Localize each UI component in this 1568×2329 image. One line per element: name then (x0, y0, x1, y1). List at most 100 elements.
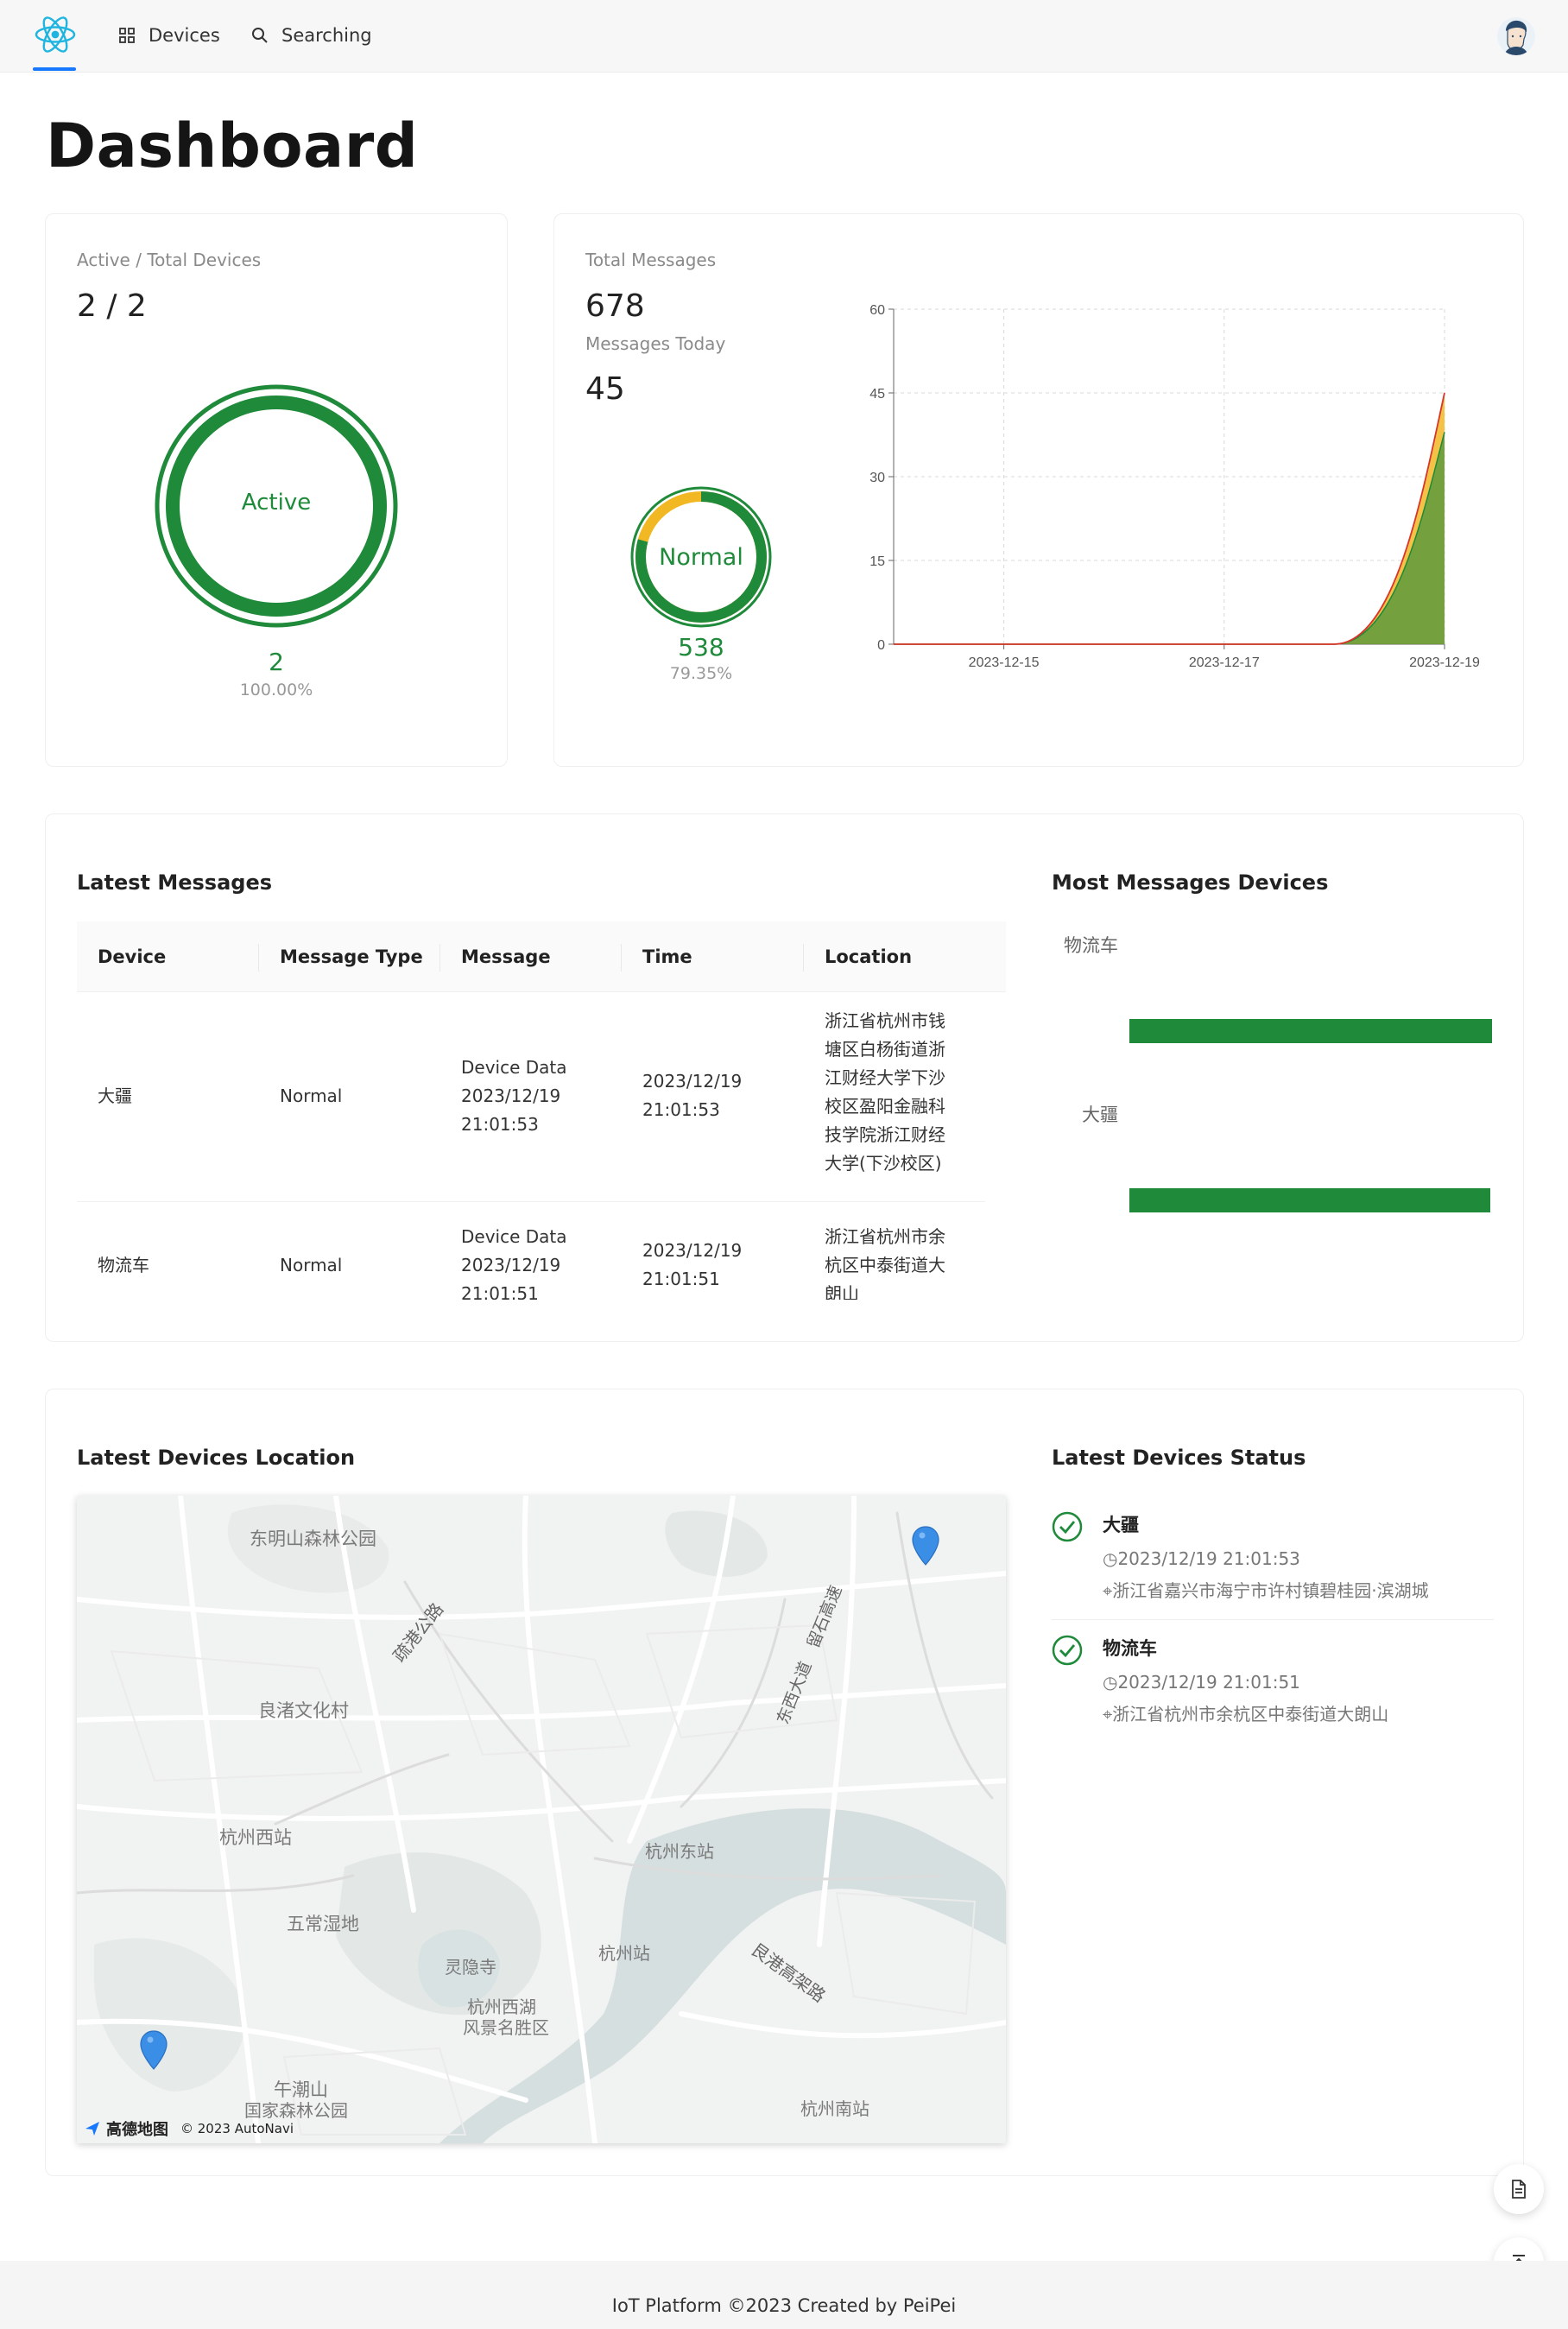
messages-trend-chart: 0 15 30 45 60 2023-12-15 2023-12-17 2023-12-19 (869, 303, 1480, 670)
map-marker-icon[interactable] (139, 2029, 168, 2071)
clock-icon: ◷ (1103, 1672, 1118, 1693)
footer-text: IoT Platform ©2023 Created by PeiPei (611, 2295, 957, 2316)
most-messages-title: Most Messages Devices (1052, 870, 1329, 895)
status-time: ◷2023/12/19 21:01:51 (1103, 1672, 1300, 1693)
column-header-message[interactable]: Message (461, 921, 551, 992)
location-pin-icon: ⌖ (1103, 1704, 1113, 1725)
map-label: 东明山森林公园 (250, 1528, 376, 1549)
status-device-name: 物流车 (1103, 1638, 1157, 1659)
active-nav-indicator (33, 67, 76, 71)
column-header-location[interactable]: Location (825, 921, 912, 992)
series-line (893, 432, 1445, 645)
column-header-device[interactable]: Device (98, 921, 166, 992)
messages-today-label: Messages Today (585, 333, 726, 354)
messages-today-value: 45 (585, 371, 625, 407)
normal-percent: 79.35% (669, 664, 733, 683)
amap-logo-icon (85, 2122, 99, 2136)
table-row[interactable]: 物流车 Normal Device Data 2023/12/19 21:01:… (77, 1202, 985, 1300)
series-line (893, 392, 1445, 645)
map-copyright: © 2023 AutoNavi (180, 2121, 294, 2136)
nav-item-label: Searching (281, 25, 372, 46)
cell-location: 浙江省杭州市余 杭区中泰街道大 朗山 (825, 1226, 945, 1300)
latest-status-title: Latest Devices Status (1052, 1446, 1306, 1470)
page-title: Dashboard (46, 111, 419, 181)
map-label: 杭州东站 (645, 1841, 714, 1862)
devices-map[interactable]: 东明山森林公园 良渚文化村 杭州西站 五常湿地 灵隐寺 杭州西湖 风景名胜区 午… (77, 1496, 1006, 2143)
column-divider (258, 944, 259, 971)
status-time: ◷2023/12/19 21:01:53 (1103, 1548, 1300, 1569)
column-header-message-type[interactable]: Message Type (280, 921, 423, 992)
status-item[interactable]: 物流车 ◷2023/12/19 21:01:51 ⌖浙江省杭州市余杭区中泰街道大… (1052, 1635, 1494, 1738)
y-tick-label: 60 (869, 303, 885, 318)
map-marker-icon[interactable] (911, 1525, 940, 1566)
cell-message: Device Data 2023/12/19 21:01:53 (461, 1057, 567, 1135)
total-messages-value: 678 (585, 288, 645, 324)
series-area (894, 393, 1445, 644)
most-messages-chart: 物流车大疆 (1064, 935, 1492, 1212)
column-divider (803, 944, 804, 971)
map-attribution: 高德地图 © 2023 AutoNavi (84, 2117, 294, 2140)
active-count: 2 (269, 648, 284, 676)
bar-category-label: 物流车 (1064, 935, 1118, 956)
table-row[interactable]: 大疆 Normal Device Data 2023/12/19 21:01:5… (77, 992, 985, 1202)
x-tick-label: 2023-12-17 (1189, 655, 1260, 670)
latest-location-title: Latest Devices Location (77, 1446, 356, 1470)
status-device-name: 大疆 (1103, 1515, 1139, 1535)
map-label: 良渚文化村 (258, 1700, 349, 1721)
nav-item-devices[interactable]: Devices (117, 21, 220, 50)
x-tick-label: 2023-12-15 (969, 655, 1040, 670)
document-icon (1512, 2180, 1526, 2199)
cell-device: 大疆 (98, 1085, 132, 1106)
table-header: Device Message Type Message Time Locatio… (77, 921, 1006, 992)
cell-message-type: Normal (280, 1085, 343, 1106)
map-label: 风景名胜区 (463, 2017, 549, 2038)
latest-messages-title: Latest Messages (77, 870, 273, 895)
map-brand: 高德地图 (106, 2121, 168, 2139)
check-circle-icon (1052, 1635, 1083, 1666)
cell-message-type: Normal (280, 1255, 343, 1275)
top-nav-bar: Devices Searching (0, 0, 1568, 73)
cell-time: 2023/12/19 21:01:53 (642, 1071, 743, 1120)
map-label: 杭州南站 (800, 2098, 869, 2119)
nav-item-label: Devices (149, 25, 220, 46)
latest-messages-table: Device Message Type Message Time Locatio… (77, 921, 1006, 1300)
map-label: 五常湿地 (287, 1914, 359, 1934)
status-location: ⌖浙江省杭州市余杭区中泰街道大朗山 (1103, 1704, 1389, 1725)
nav-item-searching[interactable]: Searching (250, 21, 372, 50)
map-label: 杭州西站 (219, 1827, 292, 1848)
clock-icon: ◷ (1103, 1548, 1118, 1569)
active-gauge-label: Active (241, 490, 312, 516)
grid-icon (119, 28, 135, 43)
active-total-value: 2 / 2 (77, 288, 147, 324)
document-button[interactable] (1494, 2164, 1544, 2214)
cell-time: 2023/12/19 21:01:51 (642, 1240, 743, 1289)
location-pin-icon: ⌖ (1103, 1580, 1113, 1601)
cell-location: 浙江省杭州市钱 塘区白杨街道浙 江财经大学下沙 校区盈阳金融科 技学院浙江财经 … (825, 1010, 945, 1174)
active-percent: 100.00% (239, 680, 313, 699)
bar (1129, 1019, 1492, 1043)
map-label: 杭州站 (598, 1943, 650, 1964)
y-tick-label: 0 (877, 638, 885, 653)
normal-gauge-label: Normal (659, 544, 743, 571)
column-divider (439, 944, 440, 971)
y-tick-label: 45 (869, 387, 885, 402)
cell-message: Device Data 2023/12/19 21:01:51 (461, 1226, 567, 1300)
user-avatar[interactable] (1497, 17, 1535, 55)
bar (1129, 1188, 1490, 1212)
bar-category-label: 大疆 (1082, 1104, 1118, 1125)
total-messages-label: Total Messages (585, 250, 717, 270)
column-header-time[interactable]: Time (642, 921, 692, 992)
react-logo-icon[interactable] (33, 12, 78, 57)
status-item[interactable]: 大疆 ◷2023/12/19 21:01:53 ⌖浙江省嘉兴市海宁市许村镇碧桂园… (1052, 1511, 1494, 1620)
series-area (894, 432, 1445, 644)
column-divider (621, 944, 622, 971)
active-total-label: Active / Total Devices (77, 250, 262, 270)
map-label: 灵隐寺 (445, 1957, 496, 1978)
status-location: ⌖浙江省嘉兴市海宁市许村镇碧桂园·滨湖城 (1103, 1580, 1429, 1601)
normal-count: 538 (678, 633, 724, 661)
check-circle-icon (1052, 1511, 1083, 1542)
cell-device: 物流车 (98, 1255, 149, 1275)
y-tick-label: 30 (869, 471, 885, 485)
x-tick-label: 2023-12-19 (1409, 655, 1480, 670)
search-icon (252, 28, 268, 43)
